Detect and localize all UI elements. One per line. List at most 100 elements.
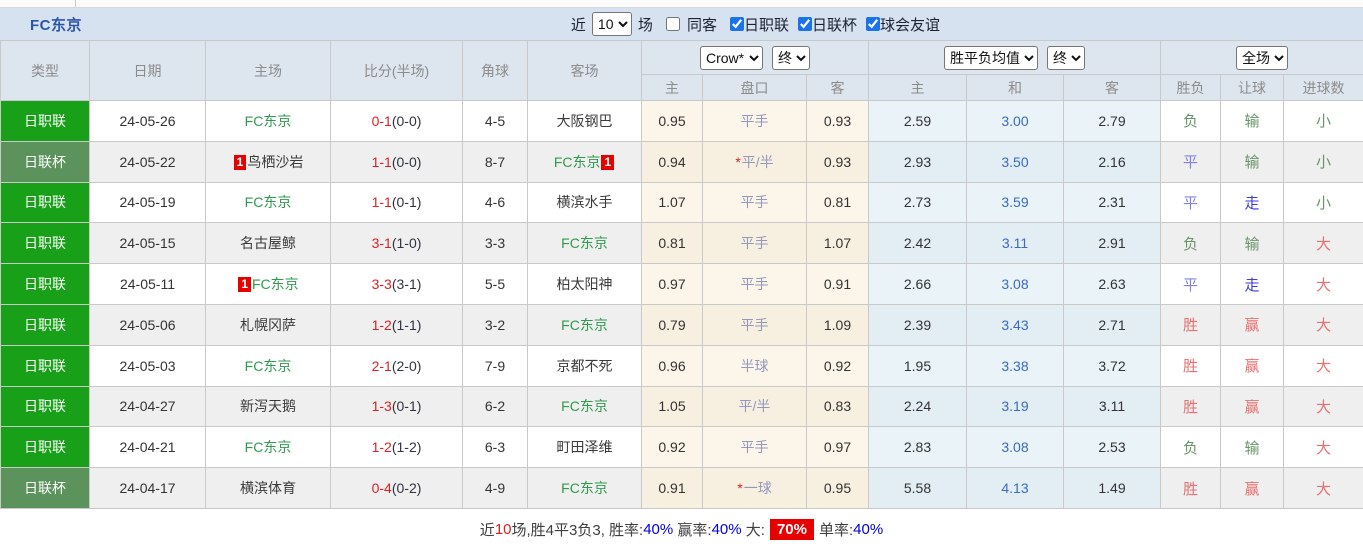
odds-away-cell: 1.07	[806, 222, 869, 265]
team-name[interactable]: FC东京	[561, 480, 608, 496]
home-team-cell: FC东京	[205, 344, 331, 387]
result-outcome-cell: 平	[1160, 263, 1222, 305]
away-team-cell: FC东京	[527, 467, 642, 509]
home-team-cell: 名古屋鲸	[205, 222, 331, 265]
team-name[interactable]: 柏太阳神	[557, 276, 613, 292]
summary-text: 场,胜4平3负3, 胜率:	[511, 521, 644, 539]
odds-home-cell: 0.94	[641, 140, 703, 183]
table-row: 日职联 24-04-27 新泻天鹅 1-3(0-1) 6-2 FC东京 1.05 平/半 0.8…	[0, 385, 1363, 428]
result-outcome-cell: 平	[1160, 140, 1222, 183]
date-cell: 24-05-06	[89, 303, 206, 346]
home-team-cell: FC东京	[205, 181, 331, 224]
avg-home-cell: 5.58	[868, 467, 967, 509]
avg-home-cell: 2.39	[868, 303, 967, 346]
fulltime-score: 1-2	[371, 316, 392, 333]
odds-away-cell: 0.83	[806, 385, 869, 428]
home-team-cell: 1 鸟栖沙岩	[205, 140, 331, 183]
handicap-cell: 平手	[702, 263, 807, 305]
odds-away-cell: 1.09	[806, 303, 869, 346]
team-name[interactable]: 横滨体育	[240, 480, 296, 496]
subcol-avg-draw: 和	[966, 74, 1064, 101]
result-handicap-cell: 输	[1220, 222, 1285, 265]
summary-single-rate: 40%	[853, 520, 884, 538]
team-name[interactable]: 札幌冈萨	[240, 317, 296, 333]
team-name[interactable]: 京都不死	[557, 358, 613, 374]
odds-away-cell: 0.91	[806, 263, 869, 305]
odds-time-select[interactable]: 终	[772, 45, 810, 70]
team-name[interactable]: FC东京	[252, 276, 299, 292]
team-name[interactable]: FC东京	[245, 358, 292, 374]
summary-text: 近	[479, 521, 495, 539]
team-name[interactable]: FC东京	[554, 154, 601, 170]
recent-count-select[interactable]: 10	[591, 12, 632, 36]
odds-away-cell: 0.97	[806, 426, 869, 469]
star-mark: *	[737, 480, 743, 497]
team-name[interactable]: FC东京	[245, 439, 292, 455]
corner-cell: 5-5	[462, 263, 528, 305]
avg-draw-cell: 3.38	[966, 344, 1064, 387]
same-opponent-checkbox[interactable]	[665, 17, 680, 31]
team-name[interactable]: FC东京	[245, 194, 292, 210]
table-row: 日职联 24-04-21 FC东京 1-2(1-2) 6-3 町田泽维 0.92 平手 0.97…	[0, 426, 1363, 469]
handicap-label: 平/半	[738, 398, 771, 415]
team-name[interactable]: 鸟栖沙岩	[247, 154, 303, 170]
odds-home-cell: 0.92	[641, 426, 703, 469]
fulltime-score: 0-4	[371, 480, 392, 497]
avg-metric-select[interactable]: 胜平负均值	[944, 45, 1038, 70]
subcol-avg-away: 客	[1062, 74, 1162, 101]
team-name[interactable]: FC东京	[561, 235, 608, 251]
halftime-score: (0-0)	[391, 153, 422, 170]
away-team-cell: 町田泽维	[527, 426, 642, 469]
team-name[interactable]: FC东京	[561, 398, 608, 414]
summary-text: 大:	[741, 521, 765, 539]
team-name[interactable]: 新泻天鹅	[240, 398, 296, 414]
date-cell: 24-05-26	[89, 100, 206, 142]
summary-row: 近 10 场,胜4平3负3, 胜率: 40% 赢率: 40% 大: 70% 单率: 40%	[0, 509, 1363, 550]
odds-home-cell: 0.97	[641, 263, 703, 305]
type-cell: 日职联	[0, 385, 90, 428]
home-team-cell: 横滨体育	[205, 467, 331, 509]
odds-away-cell: 0.81	[806, 181, 869, 224]
corner-cell: 3-3	[462, 222, 528, 265]
halftime-score: (1-2)	[391, 439, 422, 456]
filter-friendly-checkbox[interactable]	[865, 17, 880, 31]
corner-cell: 6-2	[462, 385, 528, 428]
team-name[interactable]: 町田泽维	[557, 439, 613, 455]
score-cell: 2-1(2-0)	[330, 344, 463, 387]
team-name[interactable]: 大阪钢巴	[557, 113, 613, 129]
odds-away-cell: 0.93	[806, 140, 869, 183]
team-name[interactable]: 横滨水手	[557, 194, 613, 210]
avg-draw-cell: 4.13	[966, 467, 1064, 509]
bookmaker-select[interactable]: Crow*	[700, 45, 763, 70]
date-cell: 24-04-21	[89, 426, 206, 469]
type-cell: 日职联	[0, 303, 90, 346]
filter-j1-checkbox[interactable]	[729, 17, 744, 31]
type-cell: 日联杯	[0, 467, 90, 509]
games-label: 场	[637, 16, 653, 34]
team-name[interactable]: FC东京	[245, 113, 292, 129]
odds-home-cell: 0.96	[641, 344, 703, 387]
filter-cup-checkbox[interactable]	[797, 17, 812, 31]
result-outcome-cell: 负	[1160, 426, 1222, 469]
team-name[interactable]: 名古屋鲸	[240, 235, 296, 251]
result-outcome-cell: 平	[1160, 181, 1222, 224]
handicap-cell: 平手	[702, 222, 807, 265]
filter-cup-label: 日联杯	[811, 16, 857, 34]
result-goals-cell: 大	[1283, 426, 1363, 469]
result-handicap-cell: 输	[1220, 140, 1285, 183]
table-row: 日职联 24-05-19 FC东京 1-1(0-1) 4-6 横滨水手 1.07 平手 0.81…	[0, 181, 1363, 224]
result-outcome-cell: 胜	[1160, 385, 1222, 428]
handicap-cell: *一球	[702, 467, 807, 509]
avg-home-cell: 2.24	[868, 385, 967, 428]
type-cell: 日职联	[0, 181, 90, 224]
table-row: 日职联 24-05-15 名古屋鲸 3-1(1-0) 3-3 FC东京 0.81 平手 1.07…	[0, 222, 1363, 265]
halftime-score: (3-1)	[391, 276, 422, 293]
avg-draw-cell: 3.59	[966, 181, 1064, 224]
avg-away-cell: 2.91	[1062, 222, 1162, 265]
halftime-score: (0-1)	[391, 398, 422, 415]
team-name[interactable]: FC东京	[561, 317, 608, 333]
avg-time-select[interactable]: 终	[1047, 45, 1085, 70]
result-scope-select[interactable]: 全场	[1236, 45, 1289, 70]
handicap-label: 平手	[740, 316, 769, 333]
col-header-score: 比分(半场)	[330, 40, 463, 101]
